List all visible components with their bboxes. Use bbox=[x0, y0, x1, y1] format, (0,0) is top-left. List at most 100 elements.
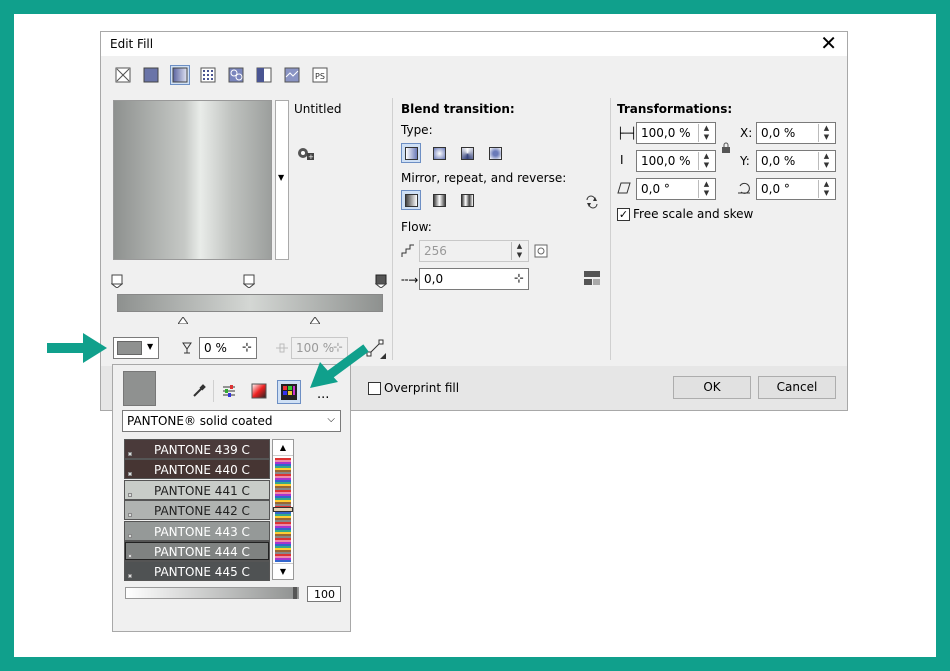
swatch-row[interactable]: PANTONE 442 C bbox=[124, 500, 270, 521]
preset-dropdown[interactable]: ▼ bbox=[275, 100, 289, 260]
palette-scrollbar[interactable]: ▲ ▼ bbox=[272, 439, 294, 580]
smooth-blend-icon[interactable] bbox=[583, 270, 601, 289]
free-scale-checkbox[interactable]: ✓ bbox=[617, 208, 630, 221]
color-sliders-icon[interactable] bbox=[221, 383, 237, 402]
acceleration-icon: ╌→ bbox=[401, 273, 419, 287]
swatch-label: PANTONE 445 C bbox=[154, 565, 250, 580]
fill-width-value: 100,0 % bbox=[641, 126, 691, 140]
two-color-pattern-fill-icon[interactable] bbox=[255, 66, 273, 84]
swatch-label: PANTONE 442 C bbox=[154, 504, 250, 519]
color-mixer-icon[interactable] bbox=[251, 383, 267, 402]
swatch-label: PANTONE 444 C bbox=[154, 545, 250, 559]
mirror-fill-button[interactable] bbox=[429, 190, 449, 210]
gradient-bar[interactable] bbox=[117, 294, 383, 312]
swatch-row[interactable]: PANTONE 445 C bbox=[124, 561, 270, 582]
gradient-preview bbox=[113, 100, 272, 260]
width-icon: ├─┤ bbox=[617, 127, 637, 140]
save-preset-icon[interactable]: + bbox=[297, 145, 315, 164]
fill-height-value: 100,0 % bbox=[641, 154, 691, 168]
spin-icon[interactable]: ⊹ bbox=[514, 271, 524, 285]
swatch-row[interactable]: PANTONE 440 C bbox=[124, 459, 270, 480]
elliptical-fill-button[interactable] bbox=[429, 143, 449, 163]
swatch-marker-icon bbox=[128, 492, 132, 497]
scroll-thumb[interactable] bbox=[273, 507, 293, 512]
type-label: Type: bbox=[401, 123, 433, 137]
scroll-up-button[interactable]: ▲ bbox=[273, 440, 293, 456]
swatch-row[interactable]: PANTONE 443 C bbox=[124, 520, 270, 541]
repeat-fill-button[interactable] bbox=[457, 190, 477, 210]
node-transparency-value: 0 % bbox=[204, 341, 227, 355]
linear-fill-button[interactable] bbox=[401, 143, 421, 163]
flow-label: Flow: bbox=[401, 220, 432, 234]
flow-steps-input: 256 ▲ ▼ bbox=[419, 240, 529, 262]
flow-acceleration-value: 0,0 bbox=[424, 272, 444, 286]
rotate-input[interactable]: 0,0 ° ▲ ▼ bbox=[756, 178, 836, 200]
uniform-fill-icon[interactable] bbox=[142, 66, 160, 84]
node-color-picker[interactable]: ▼ bbox=[113, 337, 159, 359]
skew-input[interactable]: 0,0 ° ▲ ▼ bbox=[636, 178, 716, 200]
default-fill-button[interactable] bbox=[401, 190, 421, 210]
swatch-label: PANTONE 443 C bbox=[154, 524, 250, 539]
y-label: Y: bbox=[740, 154, 750, 168]
midpoint-handle-left[interactable] bbox=[177, 313, 189, 327]
flow-acceleration-input[interactable]: 0,0 ⊹ bbox=[419, 268, 529, 290]
ok-button[interactable]: OK bbox=[673, 376, 751, 399]
dialog-title: Edit Fill bbox=[110, 37, 154, 51]
postscript-fill-icon[interactable]: PS bbox=[311, 66, 329, 84]
swatch-marker-icon bbox=[128, 554, 132, 558]
swatch-label: PANTONE 439 C bbox=[154, 443, 250, 457]
x-offset-input[interactable]: 0,0 % ▲ ▼ bbox=[756, 122, 836, 144]
overprint-label: Overprint fill bbox=[384, 381, 460, 395]
color-palettes-icon[interactable] bbox=[277, 380, 301, 404]
swatch-marker-icon bbox=[128, 472, 132, 477]
free-scale-label: Free scale and skew bbox=[633, 207, 754, 221]
close-button[interactable]: ✕ bbox=[820, 32, 837, 54]
separator bbox=[213, 380, 214, 402]
blend-heading: Blend transition: bbox=[401, 102, 515, 116]
reverse-icon[interactable] bbox=[584, 195, 600, 212]
svg-text:+: + bbox=[308, 153, 314, 161]
tint-input[interactable]: 100 bbox=[307, 586, 341, 602]
edit-fill-dialog: Edit Fill ✕ PS ▼ Untitled + ▼ 0 % ⊹ 100 … bbox=[100, 31, 848, 411]
y-offset-input[interactable]: 0,0 % ▲ ▼ bbox=[756, 150, 836, 172]
end-node-handle[interactable] bbox=[374, 274, 388, 291]
texture-fill-icon[interactable] bbox=[283, 66, 301, 84]
no-fill-icon[interactable] bbox=[114, 66, 132, 84]
palette-select[interactable]: PANTONE® solid coated ⌵ bbox=[122, 410, 341, 432]
lock-steps-icon[interactable] bbox=[534, 244, 548, 261]
transparency-icon bbox=[180, 341, 194, 358]
spin-icon[interactable]: ⊹ bbox=[242, 340, 252, 354]
fill-height-input[interactable]: 100,0 % ▲ ▼ bbox=[636, 150, 716, 172]
fountain-fill-icon[interactable] bbox=[170, 65, 190, 85]
mirror-label: Mirror, repeat, and reverse: bbox=[401, 171, 567, 185]
swatch-marker-icon bbox=[128, 452, 132, 456]
tint-slider[interactable] bbox=[125, 587, 299, 599]
fill-width-input[interactable]: 100,0 % ▲ ▼ bbox=[636, 122, 716, 144]
vector-pattern-fill-icon[interactable] bbox=[199, 66, 217, 84]
y-offset-value: 0,0 % bbox=[761, 154, 796, 168]
title-bar: Edit Fill ✕ bbox=[101, 32, 847, 56]
skew-value: 0,0 ° bbox=[641, 182, 670, 196]
bitmap-pattern-fill-icon[interactable] bbox=[227, 66, 245, 84]
swatch-row[interactable]: PANTONE 439 C bbox=[124, 439, 270, 459]
swatch-row[interactable]: PANTONE 444 C bbox=[124, 541, 270, 561]
x-offset-value: 0,0 % bbox=[761, 126, 796, 140]
middle-node-handle[interactable] bbox=[242, 274, 256, 291]
lock-ratio-icon[interactable] bbox=[721, 142, 731, 157]
rotate-icon bbox=[737, 181, 751, 198]
palette-name: PANTONE® solid coated bbox=[127, 414, 273, 428]
scroll-down-button[interactable]: ▼ bbox=[273, 563, 293, 579]
chevron-down-icon: ⌵ bbox=[327, 414, 335, 425]
conical-fill-button[interactable] bbox=[457, 143, 477, 163]
midpoint-handle-right[interactable] bbox=[309, 313, 321, 327]
cancel-button[interactable]: Cancel bbox=[758, 376, 836, 399]
fill-name: Untitled bbox=[294, 102, 342, 116]
node-transparency-input[interactable]: 0 % ⊹ bbox=[199, 337, 257, 359]
start-node-handle[interactable] bbox=[110, 274, 124, 291]
eyedropper-icon[interactable] bbox=[191, 383, 207, 402]
swatch-row[interactable]: PANTONE 441 C bbox=[124, 479, 270, 500]
swatch-label: PANTONE 441 C bbox=[154, 483, 250, 498]
skew-icon bbox=[617, 182, 631, 197]
rectangular-fill-button[interactable] bbox=[485, 143, 505, 163]
node-position-icon bbox=[275, 341, 289, 358]
